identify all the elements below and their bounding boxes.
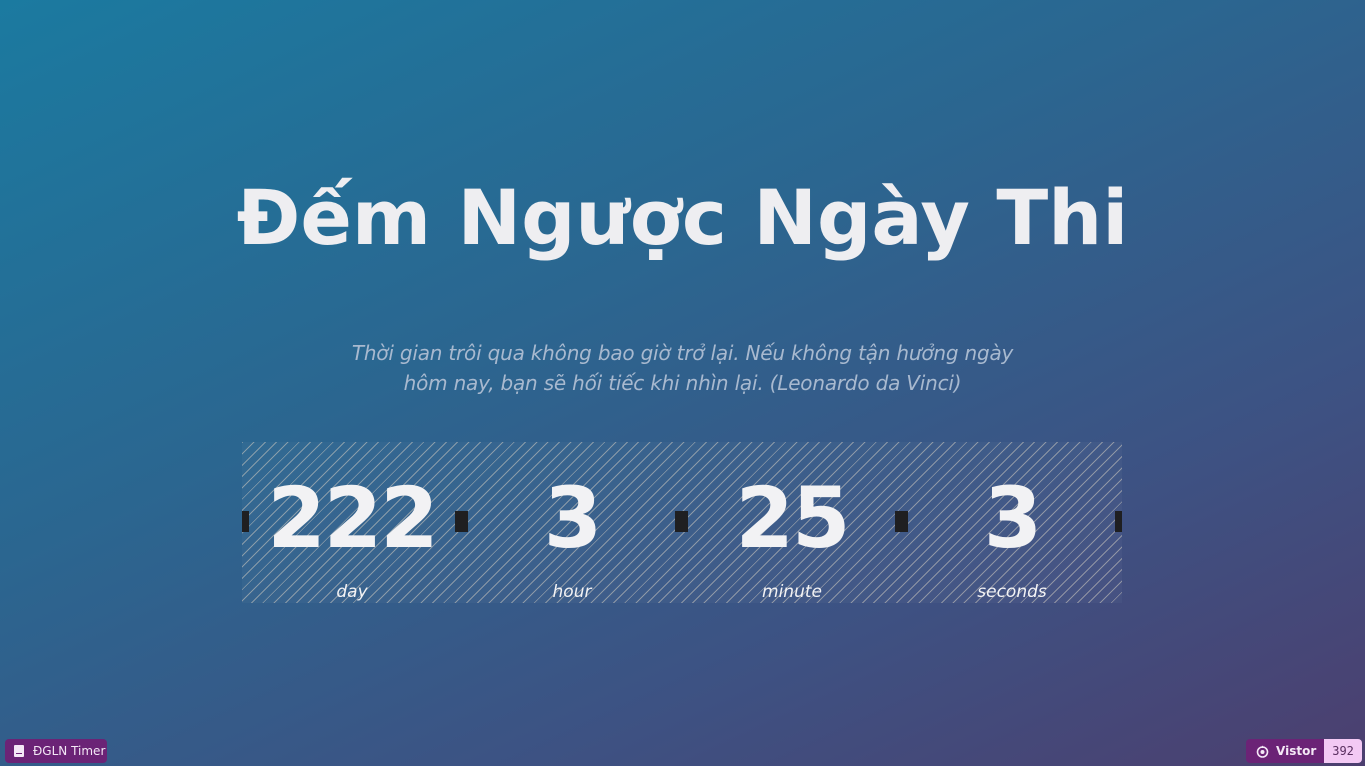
days-value: 222 [267,469,438,567]
visitor-badge-label: Vistor [1276,744,1317,758]
seconds-label: seconds [977,582,1047,602]
quote-text: Thời gian trôi qua không bao giờ trở lại… [351,341,1014,395]
minutes-label: minute [762,582,822,602]
countdown-seconds: 3 seconds [902,442,1122,603]
minutes-value: 25 [735,469,851,567]
app-badge-label: ĐGLN Timer [33,744,106,758]
visitor-count: 392 [1324,739,1362,763]
countdown-hours: 3 hour [462,442,682,603]
days-label: day [336,582,368,602]
countdown-minutes: 25 minute [682,442,902,603]
visitor-badge[interactable]: Vistor 392 [1246,739,1362,763]
hours-value: 3 [543,469,602,567]
hours-label: hour [552,582,592,602]
countdown-days: 222 day [242,442,462,603]
visitor-badge-key: Vistor [1246,739,1325,763]
separator [1115,511,1122,532]
book-icon [14,745,24,757]
countdown-panel: 222 day 3 hour 25 minute 3 seconds [242,442,1122,603]
app-badge[interactable]: ĐGLN Timer [5,739,107,763]
seconds-value: 3 [983,469,1042,567]
page-title: Đếm Ngược Ngày Thi [236,173,1129,262]
eye-icon [1256,745,1269,758]
